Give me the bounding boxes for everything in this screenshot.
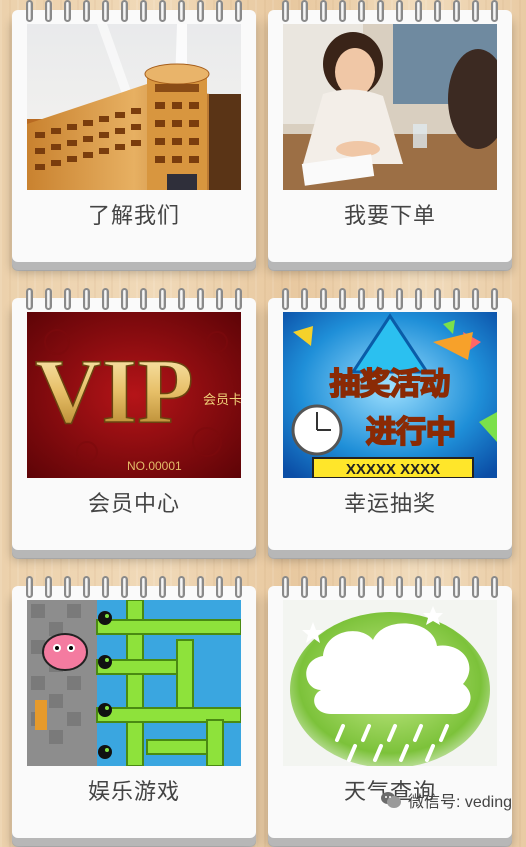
pipe-game-image [27,600,241,766]
binder-rings [26,576,242,600]
binder-rings [282,0,498,24]
lottery-code-text: XXXXX XXXX [346,461,440,478]
binder-rings [282,576,498,600]
member-card-text: 会员卡 [203,393,241,408]
vip-card-image: VIP 会员卡 NO.00001 [27,312,241,478]
lottery-banner-image: 抽奖活动 进行中 XXXXX XXXX [283,312,497,478]
tile-label: 幸运抽奖 [343,492,436,517]
tile-about-us[interactable]: 了解我们 [12,0,256,271]
woman-ordering-image [283,24,497,190]
binder-rings [26,0,242,24]
tile-label: 娱乐游戏 [87,780,180,805]
tile-games[interactable]: 娱乐游戏 [12,576,256,847]
wechat-icon [380,792,401,808]
binder-rings [26,288,242,312]
tile-place-order[interactable]: 我要下单 [268,0,512,271]
tile-lucky-draw[interactable]: 抽奖活动 进行中 XXXXX XXXX 幸运抽奖 [268,288,512,559]
wechat-watermark: 微信号: veding [380,788,512,812]
tile-member-center[interactable]: VIP 会员卡 NO.00001 会员中心 [12,288,256,559]
tile-label: 会员中心 [87,492,180,517]
card-number-text: NO.00001 [127,459,182,473]
tile-label: 我要下单 [343,204,436,229]
weather-cloud-image [283,600,497,766]
lottery-title-text: 抽奖活动 [330,367,450,402]
lottery-subtitle-text: 进行中 [366,415,456,450]
vip-text: VIP [35,340,193,442]
watermark-text: 微信号: veding [407,794,512,811]
binder-rings [282,288,498,312]
hotel-building-image [27,24,241,190]
tile-label: 了解我们 [87,204,180,229]
